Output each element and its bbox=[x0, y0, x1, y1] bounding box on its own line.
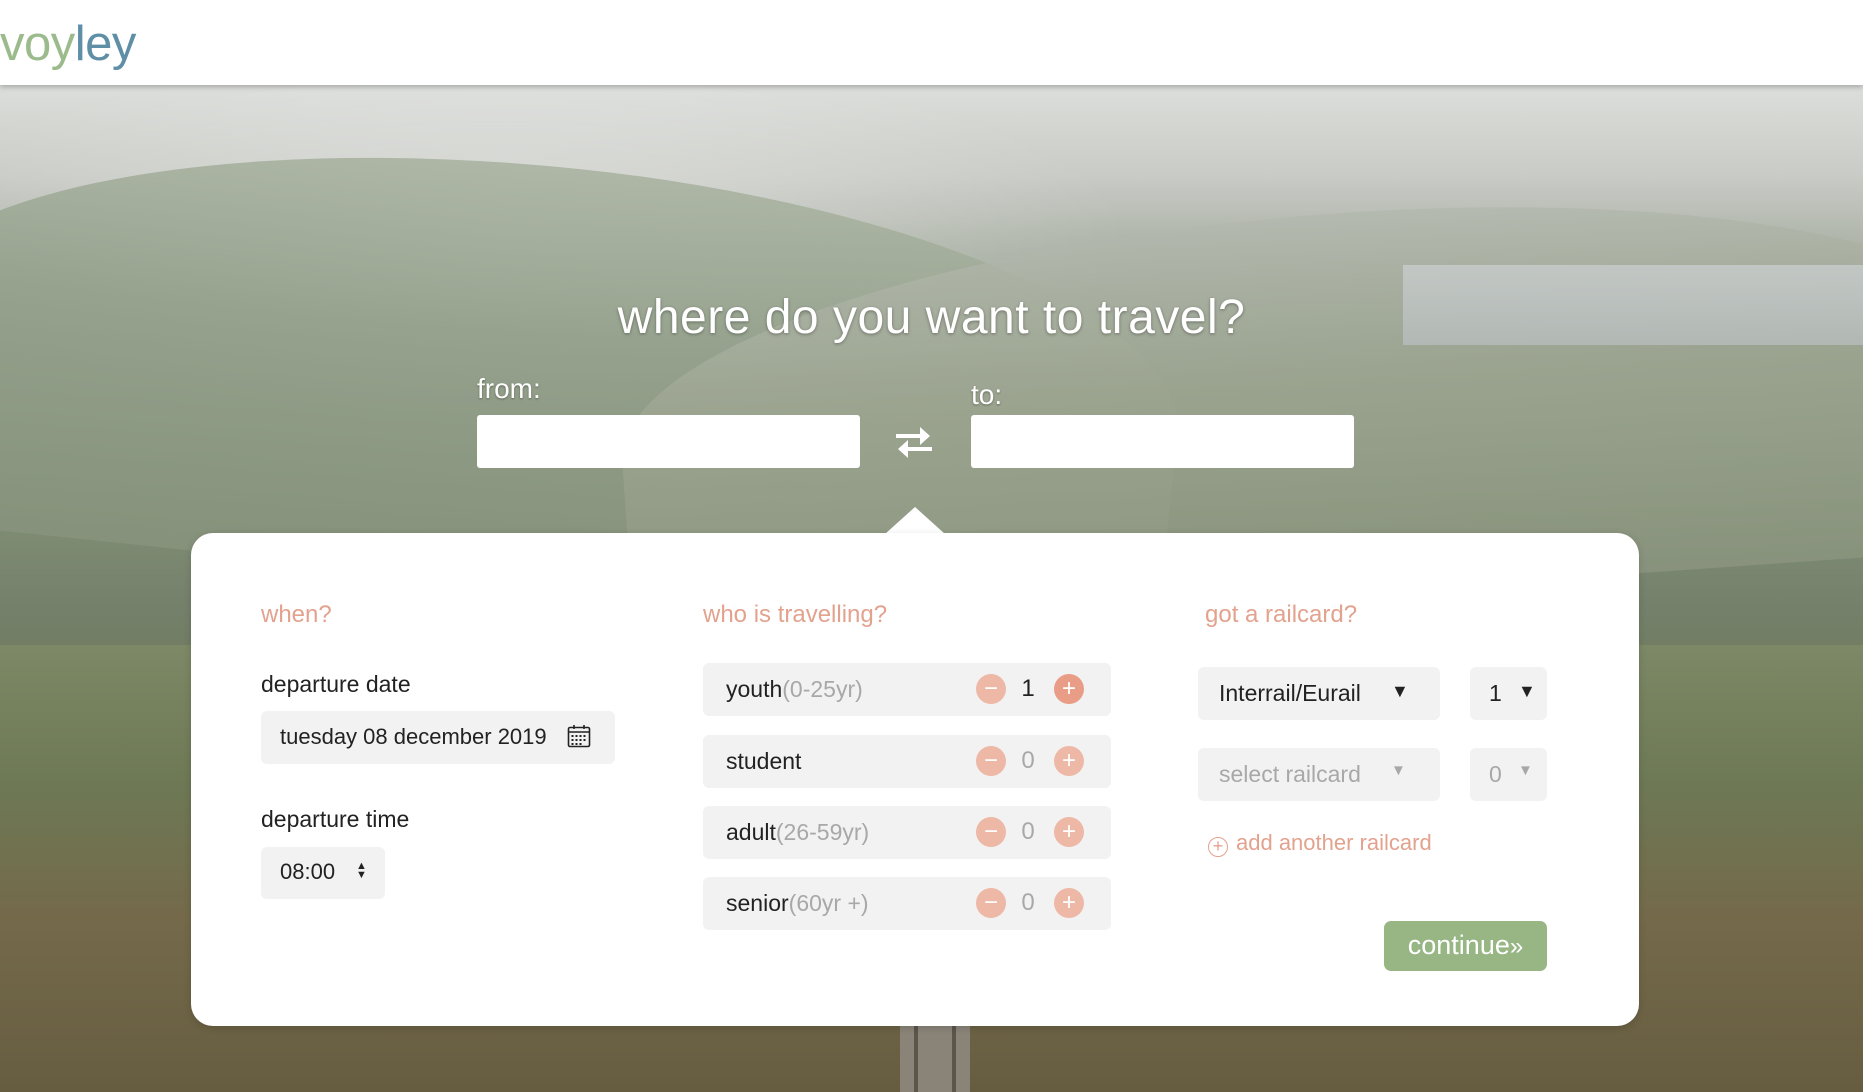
logo-part-voy: voy bbox=[0, 17, 75, 71]
increment-youth-button[interactable]: + bbox=[1054, 674, 1084, 704]
railcard-quantity-value: 1 bbox=[1489, 680, 1502, 706]
passenger-type: senior(60yr +) bbox=[726, 890, 869, 917]
passenger-name: student bbox=[726, 748, 802, 774]
student-count: 0 bbox=[1021, 747, 1035, 774]
passenger-name: youth bbox=[726, 676, 783, 702]
railcard-quantity-select-1[interactable]: 1 ▼ bbox=[1470, 667, 1547, 720]
senior-count: 0 bbox=[1021, 889, 1035, 916]
increment-senior-button[interactable]: + bbox=[1054, 888, 1084, 918]
dropdown-arrow-icon: ▼ bbox=[1391, 762, 1406, 779]
who-heading: who is travelling? bbox=[703, 601, 888, 628]
passenger-type: youth(0-25yr) bbox=[726, 676, 863, 703]
railcard-select-value: Interrail/Eurail bbox=[1219, 680, 1361, 706]
logo-part-ley: ley bbox=[74, 17, 137, 71]
adult-count: 0 bbox=[1021, 818, 1035, 845]
passenger-type: adult(26-59yr) bbox=[726, 819, 869, 846]
passenger-row-adult: adult(26-59yr) − 0 + bbox=[703, 806, 1111, 859]
continue-label: continue bbox=[1407, 930, 1510, 960]
swap-stations-button[interactable] bbox=[890, 422, 938, 462]
passenger-age: (60yr +) bbox=[788, 890, 869, 916]
departure-date-field[interactable]: tuesday 08 december 2019 bbox=[261, 711, 615, 764]
passenger-row-senior: senior(60yr +) − 0 + bbox=[703, 877, 1111, 930]
when-heading: when? bbox=[261, 601, 332, 628]
add-railcard-link[interactable]: + add another railcard bbox=[1208, 830, 1432, 857]
railcard-heading: got a railcard? bbox=[1205, 601, 1358, 628]
to-input[interactable] bbox=[971, 415, 1354, 468]
dropdown-arrow-icon: ▼ bbox=[1518, 681, 1536, 701]
departure-time-value: 08:00 bbox=[280, 859, 336, 884]
dropdown-arrow-icon: ▼ bbox=[1391, 681, 1409, 701]
departure-date-value: tuesday 08 december 2019 bbox=[280, 724, 547, 749]
calendar-icon[interactable] bbox=[567, 724, 591, 748]
swap-arrows-icon bbox=[896, 427, 932, 458]
increment-adult-button[interactable]: + bbox=[1054, 817, 1084, 847]
railcard-quantity-value: 0 bbox=[1489, 761, 1502, 787]
continue-button[interactable]: continue» bbox=[1384, 921, 1547, 971]
to-label: to: bbox=[971, 379, 1003, 410]
from-label: from: bbox=[477, 373, 541, 404]
departure-time-label: departure time bbox=[261, 806, 410, 832]
dropdown-arrow-icon: ▼ bbox=[1518, 762, 1533, 779]
railcard-quantity-select-2[interactable]: 0 ▼ bbox=[1470, 748, 1547, 801]
passenger-name: senior bbox=[726, 890, 789, 916]
passenger-age: (26-59yr) bbox=[775, 819, 870, 845]
decrement-senior-button[interactable]: − bbox=[976, 888, 1006, 918]
logo[interactable]: voyley bbox=[0, 14, 136, 74]
passenger-age: (0-25yr) bbox=[782, 676, 863, 702]
railcard-select-2[interactable]: select railcard ▼ bbox=[1198, 748, 1440, 801]
passenger-row-youth: youth(0-25yr) − 1 + bbox=[703, 663, 1111, 716]
passenger-name: adult bbox=[726, 819, 776, 845]
add-railcard-label: add another railcard bbox=[1236, 830, 1432, 855]
top-bar: voyley bbox=[0, 0, 1863, 85]
departure-date-label: departure date bbox=[261, 671, 411, 697]
passenger-type: student bbox=[726, 748, 801, 775]
passenger-row-student: student − 0 + bbox=[703, 735, 1111, 788]
panel-notch bbox=[885, 507, 945, 534]
railcard-select-placeholder: select railcard bbox=[1219, 761, 1361, 787]
increment-student-button[interactable]: + bbox=[1054, 746, 1084, 776]
decrement-youth-button[interactable]: − bbox=[976, 674, 1006, 704]
from-input[interactable] bbox=[477, 415, 860, 468]
time-stepper-arrows-icon[interactable]: ▲ ▼ bbox=[356, 861, 367, 881]
page-title: where do you want to travel? bbox=[617, 291, 1246, 344]
add-circle-icon: + bbox=[1208, 837, 1228, 857]
railcard-select-1[interactable]: Interrail/Eurail ▼ bbox=[1198, 667, 1440, 720]
decrement-adult-button[interactable]: − bbox=[976, 817, 1006, 847]
decrement-student-button[interactable]: − bbox=[976, 746, 1006, 776]
youth-count: 1 bbox=[1021, 675, 1035, 702]
chevron-right-icon: » bbox=[1509, 933, 1524, 960]
